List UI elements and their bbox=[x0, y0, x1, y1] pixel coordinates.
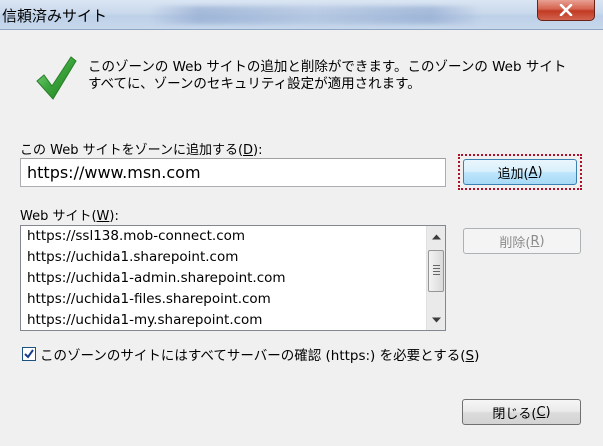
require-https-checkbox[interactable] bbox=[22, 347, 36, 361]
window-title: 信頼済みサイト bbox=[2, 7, 108, 25]
website-url-input[interactable] bbox=[20, 158, 446, 187]
add-website-label: この Web サイトをゾーンに追加する(D): bbox=[20, 143, 263, 158]
description-line-2: すべてに、ゾーンのセキュリティ設定が適用されます。 bbox=[88, 76, 421, 92]
zone-description: このゾーンの Web サイトの追加と削除ができます。このゾーンの Web サイト… bbox=[88, 59, 588, 93]
window-close-button[interactable] bbox=[537, 0, 595, 21]
websites-list: https://ssl138.mob-connect.com https://u… bbox=[21, 226, 426, 330]
websites-label: Web サイト(W): bbox=[20, 209, 119, 224]
description-line-1: このゾーンの Web サイトの追加と削除ができます。このゾーンの Web サイト bbox=[88, 59, 567, 75]
vertical-scrollbar[interactable] bbox=[426, 226, 445, 330]
list-item[interactable]: https://uchida1-files.sharepoint.com bbox=[21, 289, 426, 310]
list-item[interactable]: https://uchida1-admin.sharepoint.com bbox=[21, 268, 426, 289]
require-https-option[interactable]: このゾーンのサイトにはすべてサーバーの確認 (https:) を必要とする(S) bbox=[22, 344, 479, 364]
grip-line bbox=[433, 274, 440, 275]
grip-line bbox=[433, 265, 440, 266]
grip-line bbox=[433, 268, 440, 269]
websites-listbox[interactable]: https://ssl138.mob-connect.com https://u… bbox=[20, 225, 446, 331]
close-button[interactable]: 閉じる(C) bbox=[462, 399, 581, 425]
checkmark-icon bbox=[24, 349, 34, 359]
scroll-thumb[interactable] bbox=[428, 250, 444, 292]
arrow-down-icon bbox=[432, 317, 441, 322]
require-https-label: このゾーンのサイトにはすべてサーバーの確認 (https:) を必要とする(S) bbox=[40, 348, 480, 364]
grip-line bbox=[433, 271, 440, 272]
scroll-up-button[interactable] bbox=[428, 228, 445, 245]
list-item[interactable]: https://ssl138.mob-connect.com bbox=[21, 226, 426, 247]
close-x-icon bbox=[559, 4, 573, 16]
arrow-up-icon bbox=[432, 234, 441, 239]
remove-button[interactable]: 削除(R) bbox=[463, 228, 581, 254]
list-item[interactable]: https://uchida1-my.sharepoint.com bbox=[21, 310, 426, 330]
add-button[interactable]: 追加(A) bbox=[463, 159, 577, 185]
green-checkmark-icon bbox=[36, 56, 77, 100]
title-bar[interactable]: 信頼済みサイト bbox=[0, 0, 603, 30]
scroll-down-button[interactable] bbox=[428, 311, 445, 328]
list-item[interactable]: https://uchida1.sharepoint.com bbox=[21, 247, 426, 268]
title-bar-blur bbox=[150, 6, 480, 24]
